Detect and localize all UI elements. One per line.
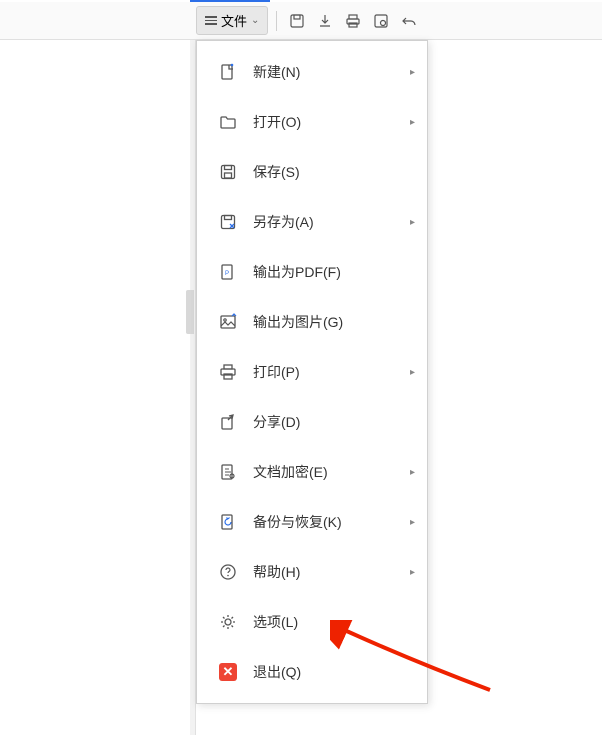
toolbar-save-button[interactable] [285, 9, 309, 33]
menu-item-label: 另存为(A) [253, 212, 410, 232]
export-pdf-icon: P [217, 261, 239, 283]
print-icon [217, 361, 239, 383]
menu-item-label: 打印(P) [253, 362, 410, 382]
left-panel-handle[interactable] [186, 290, 194, 334]
submenu-arrow-icon: ▸ [410, 117, 415, 128]
new-file-icon [217, 61, 239, 83]
chevron-down-icon: ⌄ [251, 15, 259, 26]
encrypt-icon [217, 461, 239, 483]
toolbar-preview-button[interactable] [369, 9, 393, 33]
menu-item-label: 分享(D) [253, 412, 415, 432]
submenu-arrow-icon: ▸ [410, 517, 415, 528]
menu-item-label: 备份与恢复(K) [253, 512, 410, 532]
help-icon [217, 561, 239, 583]
menu-item-open[interactable]: 打开(O) ▸ [197, 97, 427, 147]
toolbar-separator [276, 11, 277, 31]
menu-item-label: 帮助(H) [253, 562, 410, 582]
file-menu-label: 文件 [221, 11, 247, 30]
menu-item-label: 输出为PDF(F) [253, 262, 415, 282]
menu-item-save-as[interactable]: 另存为(A) ▸ [197, 197, 427, 247]
share-icon [217, 411, 239, 433]
menu-item-export-image[interactable]: 输出为图片(G) [197, 297, 427, 347]
menu-item-label: 文档加密(E) [253, 462, 410, 482]
save-icon [217, 161, 239, 183]
options-gear-icon [217, 611, 239, 633]
menu-item-export-pdf[interactable]: P 输出为PDF(F) [197, 247, 427, 297]
submenu-arrow-icon: ▸ [410, 367, 415, 378]
menu-item-backup[interactable]: 备份与恢复(K) ▸ [197, 497, 427, 547]
hamburger-icon [205, 16, 217, 25]
export-image-icon [217, 311, 239, 333]
menu-item-new[interactable]: 新建(N) ▸ [197, 47, 427, 97]
submenu-arrow-icon: ▸ [410, 217, 415, 228]
file-dropdown-menu: 新建(N) ▸ 打开(O) ▸ 保存(S) 另存为(A) ▸ P 输出为PDF(… [196, 40, 428, 704]
svg-text:P: P [225, 271, 229, 277]
menu-item-help[interactable]: 帮助(H) ▸ [197, 547, 427, 597]
submenu-arrow-icon: ▸ [410, 67, 415, 78]
menu-item-label: 退出(Q) [253, 662, 415, 682]
toolbar-print-button[interactable] [341, 9, 365, 33]
menu-item-print[interactable]: 打印(P) ▸ [197, 347, 427, 397]
exit-icon: ✕ [217, 661, 239, 683]
menu-item-share[interactable]: 分享(D) [197, 397, 427, 447]
open-folder-icon [217, 111, 239, 133]
backup-restore-icon [217, 511, 239, 533]
menu-item-label: 选项(L) [253, 612, 415, 632]
menu-item-options[interactable]: 选项(L) [197, 597, 427, 647]
menu-item-label: 输出为图片(G) [253, 312, 415, 332]
submenu-arrow-icon: ▸ [410, 467, 415, 478]
submenu-arrow-icon: ▸ [410, 567, 415, 578]
file-menu-button[interactable]: 文件 ⌄ [196, 6, 268, 35]
menu-item-encrypt[interactable]: 文档加密(E) ▸ [197, 447, 427, 497]
toolbar: 文件 ⌄ [0, 2, 602, 40]
toolbar-export-button[interactable] [313, 9, 337, 33]
menu-item-label: 保存(S) [253, 162, 415, 182]
menu-item-save[interactable]: 保存(S) [197, 147, 427, 197]
menu-item-exit[interactable]: ✕ 退出(Q) [197, 647, 427, 697]
menu-item-label: 打开(O) [253, 112, 410, 132]
menu-item-label: 新建(N) [253, 62, 410, 82]
save-as-icon [217, 211, 239, 233]
toolbar-undo-button[interactable] [397, 9, 421, 33]
